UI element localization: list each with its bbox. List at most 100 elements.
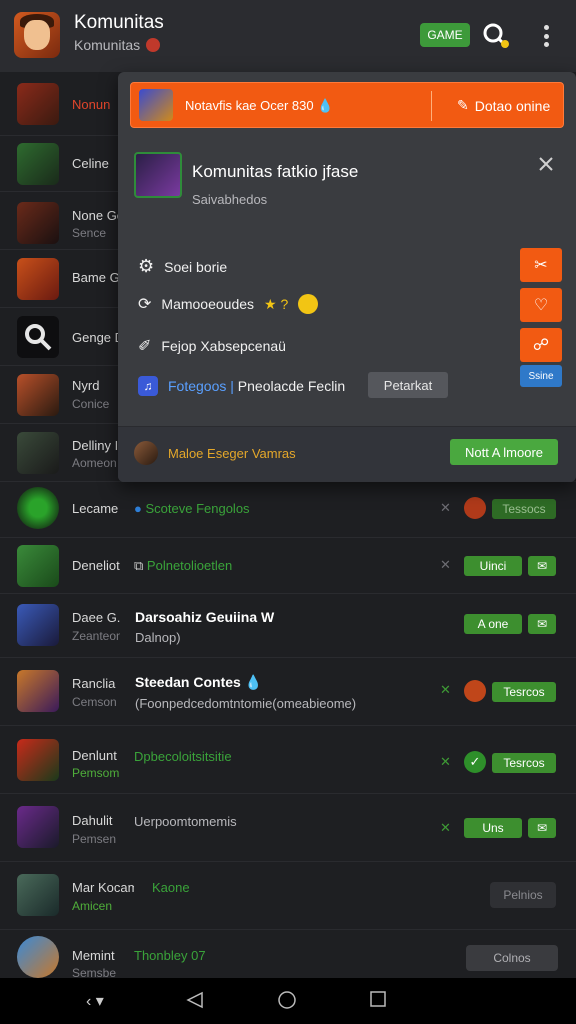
back-icon[interactable]: ‹ ▾ — [86, 991, 104, 1011]
dismiss-icon[interactable]: ✕ — [440, 557, 451, 573]
item-action-button[interactable]: Tesrcos — [492, 682, 556, 702]
system-nav-bar: ‹ ▾ — [0, 978, 576, 1024]
app-avatar[interactable] — [14, 12, 60, 58]
check-icon[interactable]: ✓ — [464, 751, 486, 773]
item-name: Daee G. — [72, 610, 120, 625]
search-icon — [25, 324, 52, 351]
item-thumbnail — [17, 83, 59, 125]
page-subtitle: Komunitas — [74, 37, 161, 53]
list-item[interactable]: Dahulit Pemsen Uerpoomtomemis ✕ Uns ✉ — [0, 794, 576, 862]
item-thumbnail — [17, 874, 59, 916]
item-content: Kaone — [152, 880, 190, 895]
dismiss-icon[interactable]: ✕ — [440, 500, 451, 516]
item-name: Delliny II — [72, 438, 120, 453]
item-thumbnail — [17, 487, 59, 529]
item-sub: Cemson — [72, 695, 117, 709]
item-name: Deneliot — [72, 558, 120, 573]
item-sub-text: (Foonpedcedomtntomie(omeabieome) — [135, 696, 357, 711]
list-item[interactable]: Deneliot ⧉ Polnetolioetlen ✕ Uinci ✉ — [0, 538, 576, 594]
game-title: Komunitas fatkio jfase — [192, 162, 359, 181]
list-item[interactable]: Daee G. Zeanteon Darsoahiz Geuiina W Dal… — [0, 594, 576, 658]
item-name: Memint — [72, 948, 115, 963]
list-item[interactable]: Memint Semsbe Thonbley 07 Colnos — [0, 930, 576, 980]
status-circle-icon[interactable] — [464, 680, 486, 702]
item-name: Dahulit — [72, 813, 113, 828]
item-sub: Pemsen — [72, 832, 117, 846]
footer-text: Maloe Eseger Vamras — [168, 446, 296, 461]
item-thumbnail — [17, 374, 59, 416]
list-item[interactable]: Denlunt Pemsom Dpbecoloitsitsitie ✕ ✓ Te… — [0, 726, 576, 794]
item-sub: Conice — [72, 397, 110, 411]
game-button[interactable]: GAME — [420, 23, 470, 47]
item-content: Thonbley 07 — [134, 948, 206, 963]
item-thumbnail — [17, 936, 59, 978]
side-action-button-3[interactable]: ☍ — [520, 328, 562, 362]
dismiss-icon[interactable]: ✕ — [440, 754, 451, 770]
search-icon[interactable] — [482, 22, 510, 50]
item-action-button[interactable]: Colnos — [466, 945, 558, 971]
item-thumbnail — [17, 143, 59, 185]
item-thumbnail — [17, 432, 59, 474]
dismiss-icon[interactable]: ✕ — [440, 820, 451, 836]
item-name: Mar Kocame — [72, 880, 134, 895]
nav-back-icon[interactable] — [186, 991, 204, 1009]
item-thumbnail — [17, 316, 59, 358]
petarkat-button[interactable]: Petarkat — [368, 372, 448, 398]
item-thumbnail — [17, 604, 59, 646]
menu-item-settings[interactable]: ⚙ Soei borie — [138, 256, 227, 277]
item-action-button[interactable]: Uinci — [464, 556, 522, 576]
banner-thumbnail — [139, 89, 173, 121]
item-content: ● Scoteve Fengolos — [134, 501, 250, 516]
chat-icon[interactable]: ✉ — [528, 556, 556, 576]
side-action-button-2[interactable]: ♡ — [520, 288, 562, 322]
item-action-button[interactable]: Uns — [464, 818, 522, 838]
list-item[interactable]: Lecame ● Scoteve Fengolos ✕ Tessocs — [0, 482, 576, 538]
home-icon[interactable] — [278, 991, 296, 1009]
item-name: Nyrd — [72, 378, 100, 393]
item-name: Celine — [72, 156, 109, 171]
chat-icon[interactable]: ✉ — [528, 614, 556, 634]
page-title: Komunitas — [74, 12, 164, 33]
item-name: Bame G — [72, 270, 120, 285]
status-circle-icon[interactable] — [464, 497, 486, 519]
avatar — [134, 441, 158, 465]
item-action-button[interactable]: Tesrcos — [492, 753, 556, 773]
close-icon[interactable] — [538, 156, 554, 172]
item-sub: Sence — [72, 226, 107, 240]
side-small-button[interactable]: Ssine — [520, 365, 562, 387]
banner-text: Notavfis kae Ocer 830 💧 — [185, 98, 334, 113]
item-name: Ranclia — [72, 676, 116, 691]
side-action-button-1[interactable]: ✂ — [520, 248, 562, 282]
footer-action-button[interactable]: Nott A lmoore — [450, 439, 558, 465]
item-content: Uerpoomtomemis — [134, 814, 237, 829]
game-subtitle: Saivabhedos — [192, 192, 268, 207]
item-thumbnail — [17, 806, 59, 848]
recents-icon[interactable] — [370, 991, 386, 1007]
item-content: ⧉ Polnetolioetlen — [134, 558, 233, 573]
item-thumbnail — [17, 739, 59, 781]
menu-item-emotes[interactable]: ⟳ Mamooeoudes ★ ? — [138, 294, 319, 314]
more-vert-icon[interactable] — [536, 22, 556, 50]
promo-banner[interactable]: Notavfis kae Ocer 830 💧 ✎ Dotao onine — [130, 82, 564, 128]
item-name: Lecame — [72, 501, 119, 516]
menu-item-links[interactable]: ♫ Fotegoos | Pneolacde Feclin — [138, 376, 345, 396]
game-thumbnail — [134, 152, 182, 198]
music-icon: ♫ — [138, 376, 158, 396]
item-action-button[interactable]: Tessocs — [492, 499, 556, 519]
item-title: Steedan Contes 💧 — [135, 674, 263, 690]
card-footer: Maloe Eseger Vamras Nott A lmoore — [118, 426, 576, 482]
chat-icon[interactable]: ✉ — [528, 818, 556, 838]
list-item[interactable]: Ranclia Cemson Steedan Contes 💧 (Foonped… — [0, 658, 576, 726]
item-action-button[interactable]: A one — [464, 614, 522, 634]
banner-button[interactable]: ✎ Dotao onine — [457, 97, 550, 114]
item-sub: Pemsom — [72, 766, 120, 780]
item-action-button[interactable]: Pelnios — [490, 882, 556, 908]
menu-item-pin[interactable]: ✐ Fejop Xabsepcenaü — [138, 336, 286, 356]
item-title: Darsoahiz Geuiina W — [135, 609, 275, 625]
list-item[interactable]: Mar Kocame Amicen Kaone Pelnios — [0, 862, 576, 930]
gear-icon: ⚙ — [138, 256, 155, 276]
game-popup-card: Notavfis kae Ocer 830 💧 ✎ Dotao onine Ko… — [118, 72, 576, 482]
status-dot-icon — [146, 38, 161, 52]
dismiss-icon[interactable]: ✕ — [440, 682, 451, 698]
pin-icon: ✐ — [138, 338, 152, 355]
